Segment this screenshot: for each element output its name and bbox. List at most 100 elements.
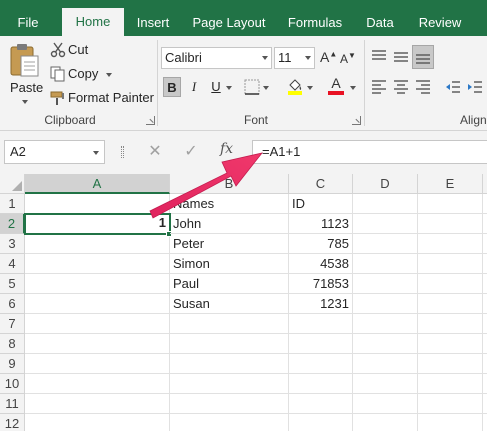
- cell-b4[interactable]: Simon: [170, 254, 289, 274]
- copy-button[interactable]: Copy: [48, 64, 118, 84]
- font-name-value: Calibri: [165, 50, 202, 65]
- format-painter-label: Format Painter: [68, 90, 154, 105]
- worksheet-grid: A B C D E 1 2 3 4 5 6 7 8 9 10 11 12 Nam…: [0, 174, 487, 431]
- chevron-down-icon: [305, 56, 311, 60]
- cell-b1[interactable]: Names: [170, 194, 289, 214]
- clipboard-group-label: Clipboard: [44, 113, 96, 127]
- chevron-down-icon: [106, 73, 112, 77]
- column-header-b[interactable]: B: [170, 174, 289, 194]
- formula-bar-grip[interactable]: [121, 146, 124, 158]
- increase-font-size-icon[interactable]: A▲: [320, 49, 337, 65]
- paste-label: Paste: [10, 80, 44, 95]
- font-size-select[interactable]: 11: [274, 47, 315, 69]
- borders-dropdown-icon[interactable]: [263, 86, 269, 90]
- cell-c1[interactable]: ID: [289, 194, 353, 214]
- tab-page-layout[interactable]: Page Layout: [188, 10, 270, 36]
- italic-button[interactable]: I: [185, 77, 203, 97]
- font-size-value: 11: [278, 50, 292, 65]
- align-right-icon[interactable]: [414, 78, 432, 96]
- tab-home[interactable]: Home: [62, 8, 124, 36]
- tab-file[interactable]: File: [6, 10, 50, 36]
- tab-data[interactable]: Data: [360, 10, 400, 36]
- cell-c2[interactable]: 1123: [289, 214, 353, 234]
- name-box-value: A2: [10, 144, 26, 159]
- bottom-align-icon: [416, 54, 430, 64]
- alignment-group-label: Align: [460, 113, 487, 127]
- fill-color-icon[interactable]: [286, 77, 304, 95]
- ribbon-tab-bar: File Home Insert Page Layout Formulas Da…: [0, 0, 487, 36]
- column-header-c[interactable]: C: [289, 174, 353, 194]
- column-header-a[interactable]: A: [25, 174, 170, 194]
- font-group-label: Font: [243, 113, 268, 127]
- font-launcher-icon[interactable]: [352, 116, 361, 125]
- column-header-e[interactable]: E: [418, 174, 483, 194]
- insert-function-icon[interactable]: fx: [220, 141, 233, 157]
- row-header-4[interactable]: 4: [0, 254, 25, 274]
- row-header-10[interactable]: 10: [0, 374, 25, 394]
- formula-bar-area: A2 ✕ ✓ fx =A1+1: [0, 131, 487, 174]
- font-color-icon[interactable]: A: [328, 76, 344, 96]
- copy-icon: [50, 66, 65, 82]
- copy-label: Copy: [68, 66, 99, 81]
- row-header-8[interactable]: 8: [0, 334, 25, 354]
- paste-icon: [10, 44, 39, 77]
- ribbon: Paste Cut Copy Format Painter Clipboard …: [0, 36, 487, 131]
- row-header-1[interactable]: 1: [0, 194, 25, 214]
- middle-align-icon[interactable]: [392, 48, 410, 66]
- fill-color-dropdown-icon[interactable]: [307, 86, 313, 90]
- row-header-3[interactable]: 3: [0, 234, 25, 254]
- cut-button[interactable]: Cut: [48, 40, 108, 60]
- select-all-button[interactable]: [0, 174, 25, 194]
- tab-insert[interactable]: Insert: [130, 10, 176, 36]
- row-header-9[interactable]: 9: [0, 354, 25, 374]
- format-painter-icon: [50, 91, 64, 105]
- group-divider: [364, 40, 365, 126]
- formula-input[interactable]: =A1+1: [252, 140, 487, 164]
- scissors-icon: [50, 42, 66, 58]
- clipboard-launcher-icon[interactable]: [146, 116, 155, 125]
- cell-c5[interactable]: 71853: [289, 274, 353, 294]
- cell-b5[interactable]: Paul: [170, 274, 289, 294]
- decrease-indent-icon[interactable]: [444, 78, 462, 96]
- chevron-down-icon: [93, 151, 99, 155]
- cell-c4[interactable]: 4538: [289, 254, 353, 274]
- cell-b3[interactable]: Peter: [170, 234, 289, 254]
- column-header-f[interactable]: [483, 174, 487, 194]
- increase-indent-icon[interactable]: [466, 78, 484, 96]
- cell-c3[interactable]: 785: [289, 234, 353, 254]
- row-header-11[interactable]: 11: [0, 394, 25, 414]
- name-box[interactable]: A2: [4, 140, 105, 164]
- row-header-6[interactable]: 6: [0, 294, 25, 314]
- row-header-5[interactable]: 5: [0, 274, 25, 294]
- align-center-icon[interactable]: [392, 78, 410, 96]
- align-left-icon[interactable]: [370, 78, 388, 96]
- tab-review[interactable]: Review: [412, 10, 468, 36]
- font-name-select[interactable]: Calibri: [161, 47, 272, 69]
- cancel-icon[interactable]: ✕: [146, 141, 164, 163]
- cell-b2[interactable]: John: [170, 214, 289, 234]
- bold-button[interactable]: B: [163, 77, 181, 97]
- decrease-font-size-icon[interactable]: A▼: [340, 51, 356, 66]
- bottom-align-button[interactable]: [412, 45, 434, 69]
- cut-label: Cut: [68, 42, 89, 57]
- column-header-d[interactable]: D: [353, 174, 418, 194]
- format-painter-button[interactable]: Format Painter: [48, 88, 154, 108]
- paste-button[interactable]: Paste: [6, 40, 44, 110]
- cell-b6[interactable]: Susan: [170, 294, 289, 314]
- row-header-7[interactable]: 7: [0, 314, 25, 334]
- chevron-down-icon: [262, 56, 268, 60]
- underline-dropdown-icon[interactable]: [226, 86, 232, 90]
- font-color-dropdown-icon[interactable]: [350, 86, 356, 90]
- group-divider: [157, 40, 158, 126]
- enter-icon[interactable]: ✓: [182, 141, 200, 163]
- chevron-down-icon: [22, 100, 28, 104]
- underline-button[interactable]: U: [207, 77, 225, 97]
- cell-a2[interactable]: 1: [24, 213, 171, 235]
- borders-icon[interactable]: [244, 79, 260, 95]
- top-align-icon[interactable]: [370, 48, 388, 66]
- row-header-2[interactable]: 2: [0, 214, 25, 234]
- cell-c6[interactable]: 1231: [289, 294, 353, 314]
- font-color-glyph: A: [331, 75, 341, 91]
- tab-formulas[interactable]: Formulas: [282, 10, 348, 36]
- row-header-12[interactable]: 12: [0, 414, 25, 431]
